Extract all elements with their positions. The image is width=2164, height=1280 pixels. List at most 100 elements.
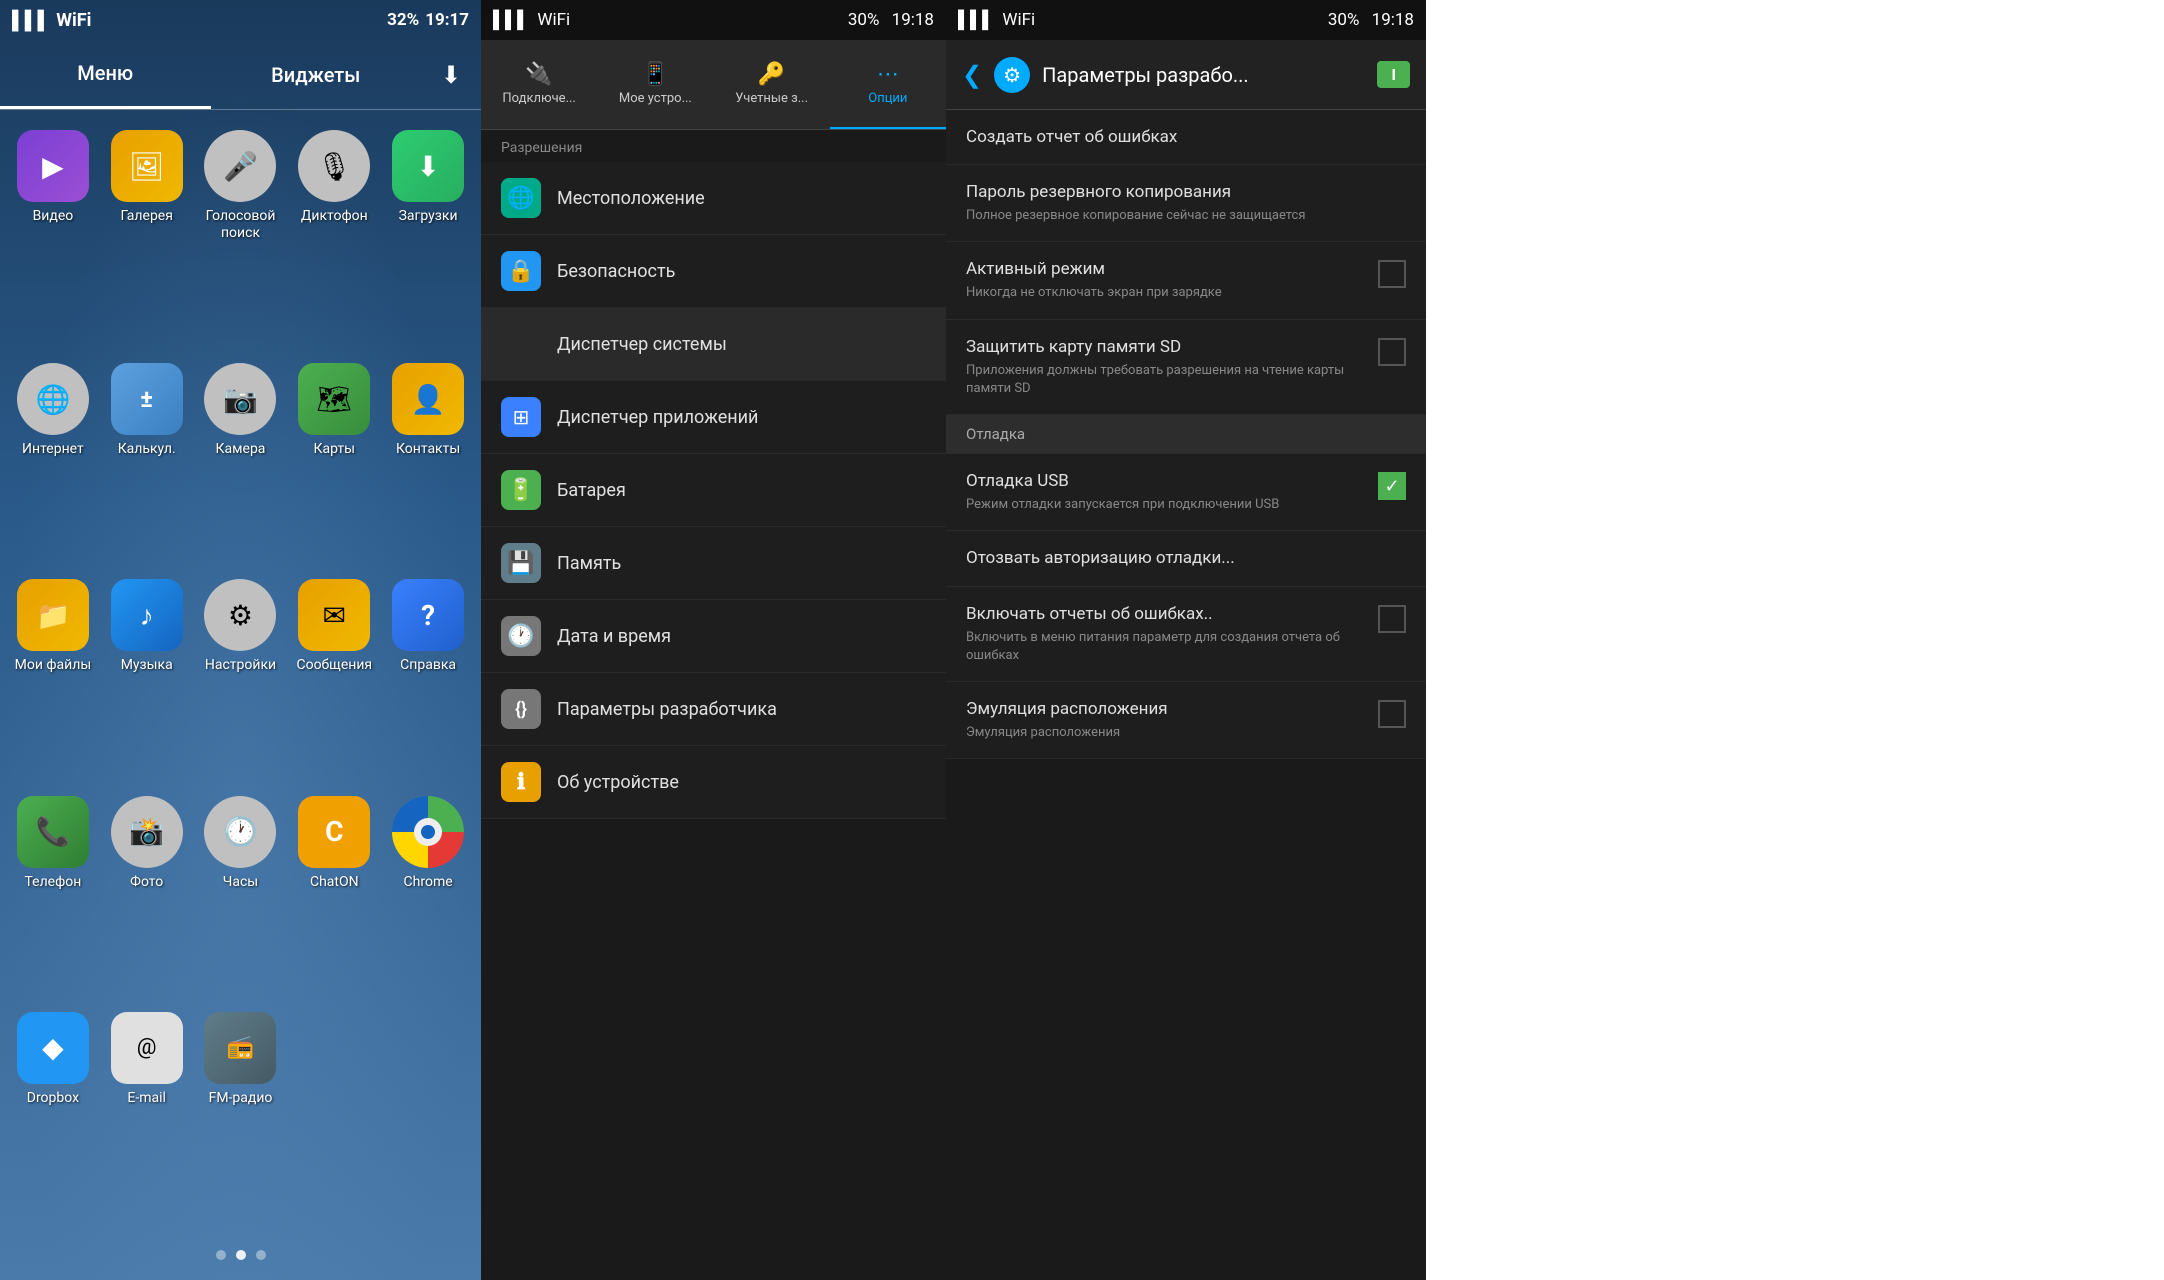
settings-item-location[interactable]: 🌐 Местоположение [481, 162, 946, 235]
app-dictophone[interactable]: 🎙 Диктофон [291, 130, 377, 355]
tab-device[interactable]: 📱 Мое устро... [597, 40, 713, 129]
memory-label: Память [557, 553, 621, 574]
dev-item-backup-pass[interactable]: Пароль резервного копирования Полное рез… [946, 165, 1426, 242]
settings-status-right: 30% 19:18 [848, 10, 934, 30]
dev-header: ❮ ⚙ Параметры разрабо... I [946, 40, 1426, 110]
dev-items-list: Создать отчет об ошибках Пароль резервно… [946, 110, 1426, 1280]
app-internet[interactable]: 🌐 Интернет [10, 363, 96, 571]
app-fm[interactable]: 📻 FM-радио [198, 1012, 284, 1220]
usb-debug-title: Отладка USB [966, 470, 1366, 492]
app-label-dropbox: Dropbox [27, 1090, 79, 1107]
app-label-internet: Интернет [22, 441, 84, 458]
settings-tab-bar: 🔌 Подключе... 📱 Мое устро... 🔑 Учетные з… [481, 40, 946, 130]
app-clock[interactable]: 🕐 Часы [198, 796, 284, 1004]
dot-1[interactable] [236, 1250, 246, 1260]
app-video[interactable]: ▶ Видео [10, 130, 96, 355]
app-icon-voice: 🎤 [204, 130, 276, 202]
app-voice[interactable]: 🎤 Голосовой поиск [198, 130, 284, 355]
settings-item-datetime[interactable]: 🕐 Дата и время [481, 600, 946, 673]
app-help[interactable]: ? Справка [385, 579, 471, 787]
memory-icon: 💾 [501, 543, 541, 583]
app-email[interactable]: @ E-mail [104, 1012, 190, 1220]
tab-options[interactable]: ⋯ Опции [830, 40, 946, 129]
tab-connection[interactable]: 🔌 Подключе... [481, 40, 597, 129]
app-downloads[interactable]: ⬇ Загрузки [385, 130, 471, 355]
clock-time: 19:17 [425, 10, 469, 30]
protect-sd-desc: Приложения должны требовать разрешения н… [966, 362, 1366, 398]
dev-item-active-mode[interactable]: Активный режим Никогда не отключать экра… [946, 242, 1426, 319]
app-settings[interactable]: ⚙ Настройки [198, 579, 284, 787]
app-dropbox[interactable]: ◆ Dropbox [10, 1012, 96, 1220]
device-icon: 📱 [642, 62, 669, 87]
protect-sd-checkbox[interactable] [1378, 338, 1406, 366]
dev-item-mock-location[interactable]: Эмуляция расположения Эмуляция расположе… [946, 682, 1426, 759]
protect-sd-title: Защитить карту памяти SD [966, 336, 1366, 358]
status-bar-dev: ▌▌▌ WiFi 30% 19:18 [946, 0, 1426, 40]
settings-item-app-manager[interactable]: ⊞ Диспетчер приложений [481, 381, 946, 454]
usb-debug-checkbox[interactable]: ✓ [1378, 472, 1406, 500]
battery-icon: 🔋 [501, 470, 541, 510]
active-mode-desc: Никогда не отключать экран при зарядке [966, 284, 1366, 302]
dev-item-error-reports[interactable]: Включать отчеты об ошибках.. Включить в … [946, 587, 1426, 682]
dot-0[interactable] [216, 1250, 226, 1260]
app-music[interactable]: ♪ Музыка [104, 579, 190, 787]
app-icon-email: @ [111, 1012, 183, 1084]
app-chaton[interactable]: C ChatON [291, 796, 377, 1004]
app-chrome[interactable]: Chrome [385, 796, 471, 1004]
dev-item-usb-debug[interactable]: Отладка USB Режим отладки запускается пр… [946, 454, 1426, 531]
tab-menu[interactable]: Меню [0, 40, 211, 109]
tab-accounts-label: Учетные з... [735, 91, 808, 106]
dev-item-protect-sd[interactable]: Защитить карту памяти SD Приложения долж… [946, 320, 1426, 415]
error-reports-title: Включать отчеты об ошибках.. [966, 603, 1366, 625]
usb-debug-desc: Режим отладки запускается при подключени… [966, 496, 1366, 514]
app-icon-dropbox: ◆ [17, 1012, 89, 1084]
tab-widgets[interactable]: Виджеты [211, 40, 422, 109]
active-mode-checkbox[interactable] [1378, 260, 1406, 288]
tab-download-button[interactable]: ⬇ [421, 40, 481, 109]
app-label-clock: Часы [223, 874, 258, 891]
app-label-help: Справка [400, 657, 456, 674]
settings-item-devtools[interactable]: {} Параметры разработчика [481, 673, 946, 746]
app-myfiles[interactable]: 📁 Мои файлы [10, 579, 96, 787]
error-reports-checkbox[interactable] [1378, 605, 1406, 633]
revoke-debug-title: Отозвать авторизацию отладки... [966, 547, 1406, 569]
wifi-icon: WiFi [56, 10, 91, 31]
dev-item-bug-report[interactable]: Создать отчет об ошибках [946, 110, 1426, 165]
app-manager-label: Диспетчер приложений [557, 407, 758, 428]
security-icon: 🔒 [501, 251, 541, 291]
settings-item-battery[interactable]: 🔋 Батарея [481, 454, 946, 527]
settings-item-memory[interactable]: 💾 Память [481, 527, 946, 600]
home-screen: ▌▌▌ WiFi 32% 19:17 Меню Виджеты ⬇ [0, 0, 481, 1280]
app-maps[interactable]: 🗺 Карты [291, 363, 377, 571]
settings-item-about[interactable]: ℹ Об устройстве [481, 746, 946, 819]
dev-title: Параметры разрабо... [1042, 63, 1365, 87]
bug-report-title: Создать отчет об ошибках [966, 126, 1406, 148]
app-calc[interactable]: ± Калькул. [104, 363, 190, 571]
app-icon-maps: 🗺 [298, 363, 370, 435]
mock-location-checkbox[interactable] [1378, 700, 1406, 728]
app-gallery[interactable]: 🖼 Галерея [104, 130, 190, 355]
app-phone[interactable]: 📞 Телефон [10, 796, 96, 1004]
dev-item-revoke-debug[interactable]: Отозвать авторизацию отладки... [946, 531, 1426, 586]
battery-percent: 32% [387, 10, 419, 30]
app-manager-icon: ⊞ [501, 397, 541, 437]
app-icon-fm: 📻 [204, 1012, 276, 1084]
app-camera[interactable]: 📷 Камера [198, 363, 284, 571]
debug-section-header: Отладка [946, 415, 1426, 454]
tab-accounts[interactable]: 🔑 Учетные з... [714, 40, 830, 129]
app-photos[interactable]: 📸 Фото [104, 796, 190, 1004]
app-icon-photos: 📸 [111, 796, 183, 868]
app-icon-internet: 🌐 [17, 363, 89, 435]
app-label-contacts: Контакты [396, 441, 460, 458]
mock-location-desc: Эмуляция расположения [966, 724, 1366, 742]
app-contacts[interactable]: 👤 Контакты [385, 363, 471, 571]
dev-toggle[interactable]: I [1377, 61, 1410, 88]
app-icon-myfiles: 📁 [17, 579, 89, 651]
app-messages[interactable]: ✉ Сообщения [291, 579, 377, 787]
settings-item-security[interactable]: 🔒 Безопасность [481, 235, 946, 308]
settings-item-system-manager[interactable]: Диспетчер системы [481, 308, 946, 381]
app-icon-gallery: 🖼 [111, 130, 183, 202]
back-button[interactable]: ❮ [962, 61, 982, 89]
dot-2[interactable] [256, 1250, 266, 1260]
app-icon-messages: ✉ [298, 579, 370, 651]
